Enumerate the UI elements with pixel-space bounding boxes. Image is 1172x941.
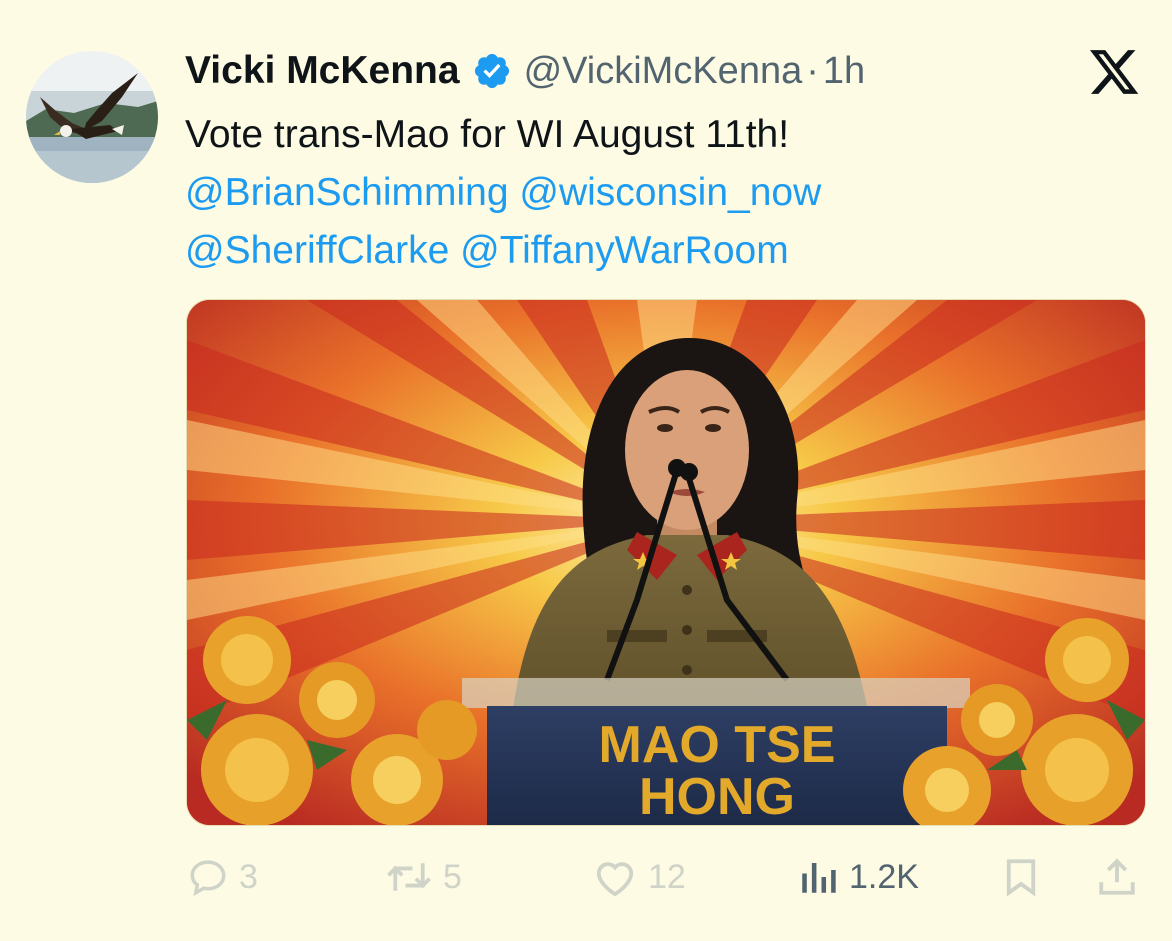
mention-link[interactable]: @BrianSchimming [185,171,509,214]
repost-count: 5 [443,857,462,896]
reply-count: 3 [239,857,258,896]
separator-dot: · [806,49,819,92]
verified-badge-icon [474,53,509,89]
bookmark-button[interactable] [1000,848,1042,906]
views-icon [802,863,836,893]
podium-text-line1: MAO TSE [599,716,836,774]
handle[interactable]: @VickiMcKenna [524,50,803,93]
heart-icon [596,862,634,897]
like-count: 12 [648,857,686,896]
poster-illustration: MAO TSE HONG [187,300,1145,825]
tweet-text-line: Vote trans-Mao for WI August 11th! [185,113,790,156]
tweet-text: Vote trans-Mao for WI August 11th! @Bria… [185,106,1085,280]
avatar[interactable] [26,51,158,183]
x-logo-icon [1090,50,1139,94]
bookmark-icon [1006,859,1036,897]
tweet-media-image[interactable]: MAO TSE HONG [186,299,1146,826]
repost-icon [387,863,431,891]
views-count: 1.2K [849,857,919,896]
timestamp[interactable]: 1h [823,50,865,93]
mentions-line: @SheriffClarke @TiffanyWarRoom [185,222,1085,280]
reply-icon [190,860,226,897]
display-name[interactable]: Vicki McKenna [185,49,460,93]
repost-button[interactable]: 5 [385,848,462,906]
like-button[interactable]: 12 [592,848,686,906]
tweet-header: Vicki McKenna @VickiMcKenna · 1h [185,44,865,98]
podium-text-line2: HONG [639,768,795,825]
views-button[interactable]: 1.2K [797,848,919,906]
eagle-avatar-image [26,51,158,183]
mentions-line: @BrianSchimming @wisconsin_now [185,164,1085,222]
reply-button[interactable]: 3 [187,848,258,906]
mention-link[interactable]: @wisconsin_now [519,171,821,214]
mention-link[interactable]: @TiffanyWarRoom [460,229,789,272]
share-icon [1099,858,1135,895]
mention-link[interactable]: @SheriffClarke [185,229,449,272]
tweet-action-bar: 3 5 12 1.2K [0,848,1172,906]
share-button[interactable] [1096,848,1138,906]
